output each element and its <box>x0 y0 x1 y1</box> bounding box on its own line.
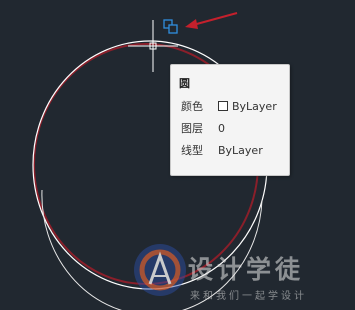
tooltip-row-linetype: 线型 ByLayer <box>181 143 263 159</box>
design-apprentice-logo <box>134 244 186 296</box>
tooltip-title: 圆 <box>179 77 190 90</box>
color-swatch-icon <box>218 101 228 111</box>
layer-label: 图层 <box>181 122 203 135</box>
object-properties-tooltip: 圆 颜色 ByLayer 图层 0 线型 ByLayer <box>170 64 290 176</box>
watermark-subtitle: 来和我们一起学设计 <box>190 291 307 302</box>
color-label: 颜色 <box>181 100 203 113</box>
tooltip-row-color: 颜色 ByLayer <box>181 99 277 115</box>
linetype-value: ByLayer <box>218 144 263 157</box>
layer-value: 0 <box>218 122 225 135</box>
tooltip-row-layer: 图层 0 <box>181 121 225 137</box>
watermark-title: 设计学徒 <box>188 255 305 284</box>
drawing-canvas[interactable]: 圆 颜色 ByLayer 图层 0 线型 ByLayer 设计学徒 来和我们一起学设计 <box>0 0 355 310</box>
linetype-label: 线型 <box>181 144 203 157</box>
color-value: ByLayer <box>232 100 277 113</box>
selection-cycling-icon[interactable] <box>163 19 178 34</box>
red-arrow-icon <box>185 12 238 29</box>
